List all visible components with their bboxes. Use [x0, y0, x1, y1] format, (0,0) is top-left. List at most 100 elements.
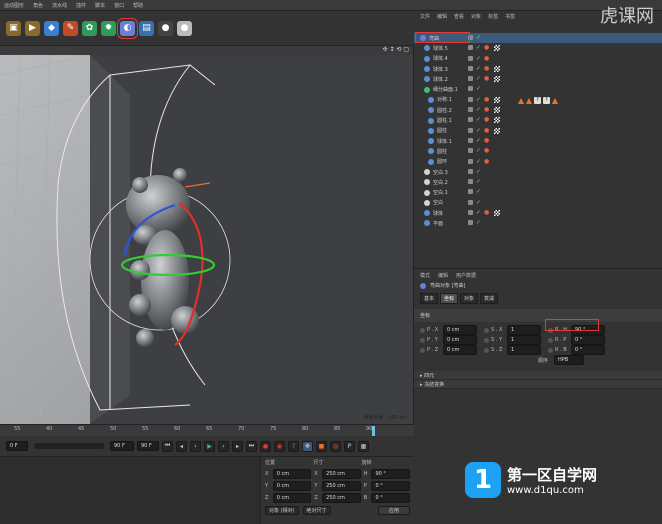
- texture-tag-icon[interactable]: [494, 127, 500, 134]
- menu-item[interactable]: 运动图形: [4, 2, 24, 9]
- object-row[interactable]: 空白.3 ✓: [414, 167, 662, 177]
- layer-tag-icon[interactable]: [468, 117, 473, 123]
- object-row[interactable]: 圆柱.2 ✓ ●: [414, 105, 662, 115]
- pen-icon[interactable]: ✎: [63, 20, 78, 36]
- object-row[interactable]: 球体.4 ✓ ●: [414, 54, 662, 64]
- rotation-field[interactable]: 0 °: [371, 493, 411, 503]
- material-tag-icon[interactable]: ●: [484, 96, 489, 103]
- visibility-check-icon[interactable]: ✓: [476, 158, 481, 165]
- rotation-value-field[interactable]: 0 °: [571, 345, 605, 355]
- object-menu-item[interactable]: 编辑: [437, 13, 447, 20]
- material-tag-icon[interactable]: ●: [484, 44, 489, 51]
- visibility-check-icon[interactable]: ✓: [476, 106, 481, 113]
- layer-tag-icon[interactable]: [468, 189, 473, 195]
- question-tag-icon[interactable]: ?: [543, 97, 550, 104]
- object-row[interactable]: 空白 ✓: [414, 198, 662, 208]
- rotate-key-button[interactable]: ◎: [330, 440, 341, 452]
- object-row[interactable]: 空白.2 ✓: [414, 177, 662, 187]
- quaternion-fold[interactable]: ▸ 四元: [414, 371, 662, 380]
- size-field[interactable]: 250 cm: [322, 469, 361, 479]
- scale-value-field[interactable]: 1: [507, 325, 541, 335]
- position-value-field[interactable]: 0 cm: [443, 345, 477, 355]
- keyframe-selection-button[interactable]: ?: [288, 440, 299, 452]
- visibility-check-icon[interactable]: ✓: [476, 127, 481, 134]
- keyframe-dot-icon[interactable]: [548, 347, 553, 353]
- keyframe-dot-icon[interactable]: [420, 337, 425, 343]
- visibility-check-icon[interactable]: ✓: [476, 219, 481, 226]
- next-key-button[interactable]: ▸: [232, 440, 243, 452]
- visibility-check-icon[interactable]: ✓: [476, 96, 481, 103]
- object-mode-dropdown[interactable]: 对象 (相对): [265, 506, 299, 515]
- attribute-menu-item[interactable]: 用户数据: [456, 272, 476, 279]
- layer-tag-icon[interactable]: [468, 65, 473, 71]
- menu-item[interactable]: 流水线: [52, 2, 67, 9]
- scale-key-button[interactable]: ■: [316, 440, 327, 452]
- visibility-check-icon[interactable]: ✓: [476, 116, 481, 123]
- layer-tag-icon[interactable]: [468, 137, 473, 143]
- scale-value-field[interactable]: 1: [507, 335, 541, 345]
- deformer-icon[interactable]: ◐: [117, 17, 138, 39]
- subdivide-icon[interactable]: ✿: [82, 20, 97, 36]
- texture-tag-icon[interactable]: [494, 96, 500, 103]
- question-tag-icon[interactable]: ?: [534, 97, 541, 104]
- keyframe-dot-icon[interactable]: [484, 327, 489, 333]
- object-menu-item[interactable]: 文件: [420, 13, 430, 20]
- size-mode-dropdown[interactable]: 绝对尺寸: [302, 506, 331, 515]
- cube-icon[interactable]: ◆: [44, 20, 59, 36]
- layer-tag-icon[interactable]: [468, 179, 473, 185]
- layer-tag-icon[interactable]: [468, 199, 473, 205]
- warning-tag-icon[interactable]: [518, 97, 524, 104]
- keyframe-dot-icon[interactable]: [484, 337, 489, 343]
- layer-tag-icon[interactable]: [468, 148, 473, 154]
- object-menu-item[interactable]: 查看: [454, 13, 464, 20]
- texture-tag-icon[interactable]: [494, 107, 500, 114]
- size-field[interactable]: 250 cm: [322, 481, 361, 491]
- record-key-button[interactable]: ●: [260, 440, 271, 452]
- scale-value-field[interactable]: 1: [507, 345, 541, 355]
- position-field[interactable]: 0 cm: [272, 469, 312, 479]
- play-button[interactable]: ▶: [204, 440, 215, 452]
- position-field[interactable]: 0 cm: [272, 493, 312, 503]
- material-tag-icon[interactable]: ●: [484, 209, 489, 216]
- prev-key-button[interactable]: ◂: [176, 440, 187, 452]
- material-tag-icon[interactable]: ●: [484, 158, 489, 165]
- keyframe-dot-icon[interactable]: [420, 347, 425, 353]
- prev-frame-button[interactable]: ‹: [190, 440, 201, 452]
- object-row[interactable]: 球体.3 ✓ ●: [414, 64, 662, 74]
- layer-tag-icon[interactable]: [468, 127, 473, 133]
- material-tag-icon[interactable]: ●: [484, 65, 489, 72]
- layer-tag-icon[interactable]: [468, 158, 473, 164]
- visibility-check-icon[interactable]: ✓: [476, 188, 481, 195]
- visibility-check-icon[interactable]: ✓: [476, 75, 481, 82]
- rotation-field[interactable]: 90 °: [371, 469, 411, 479]
- go-end-button[interactable]: ⏭: [246, 440, 257, 452]
- pla-key-button[interactable]: ▦: [358, 440, 369, 452]
- object-menu-item[interactable]: 标签: [488, 13, 498, 20]
- material-tag-icon[interactable]: ●: [484, 106, 489, 113]
- menu-item[interactable]: 角色: [33, 2, 43, 9]
- object-row[interactable]: 圆柱 ✓ ●: [414, 146, 662, 156]
- layer-tag-icon[interactable]: [468, 107, 473, 113]
- object-menu-item[interactable]: 对象: [471, 13, 481, 20]
- material-tag-icon[interactable]: ●: [484, 55, 489, 62]
- frame-range-slider[interactable]: [34, 443, 104, 449]
- layer-tag-icon[interactable]: [468, 96, 473, 102]
- texture-tag-icon[interactable]: [494, 210, 500, 217]
- texture-tag-icon[interactable]: [494, 117, 500, 124]
- 3d-viewport[interactable]: ✣ ↕ ⟲ ▢ 网格间距: 100 cm: [0, 46, 414, 424]
- attribute-tab[interactable]: 基本: [420, 293, 439, 304]
- material-tag-icon[interactable]: ●: [484, 147, 489, 154]
- layer-tag-icon[interactable]: [468, 86, 473, 92]
- menu-item[interactable]: 脚本: [95, 2, 105, 9]
- visibility-check-icon[interactable]: ✓: [476, 147, 481, 154]
- material-tag-icon[interactable]: ●: [484, 116, 489, 123]
- rotation-value-field[interactable]: 0 °: [571, 335, 605, 345]
- layer-tag-icon[interactable]: [468, 45, 473, 51]
- freeze-transform-fold[interactable]: ▸ 冻结变换: [414, 380, 662, 389]
- warning-tag-icon[interactable]: [552, 97, 558, 104]
- visibility-check-icon[interactable]: ✓: [476, 168, 481, 175]
- texture-tag-icon[interactable]: [494, 45, 500, 52]
- end-frame-field[interactable]: 90 F: [110, 441, 134, 451]
- timeline-ruler[interactable]: 55 40 45 50 55 60 65 70 75 80 85 90: [0, 424, 414, 436]
- layer-tag-icon[interactable]: [468, 55, 473, 61]
